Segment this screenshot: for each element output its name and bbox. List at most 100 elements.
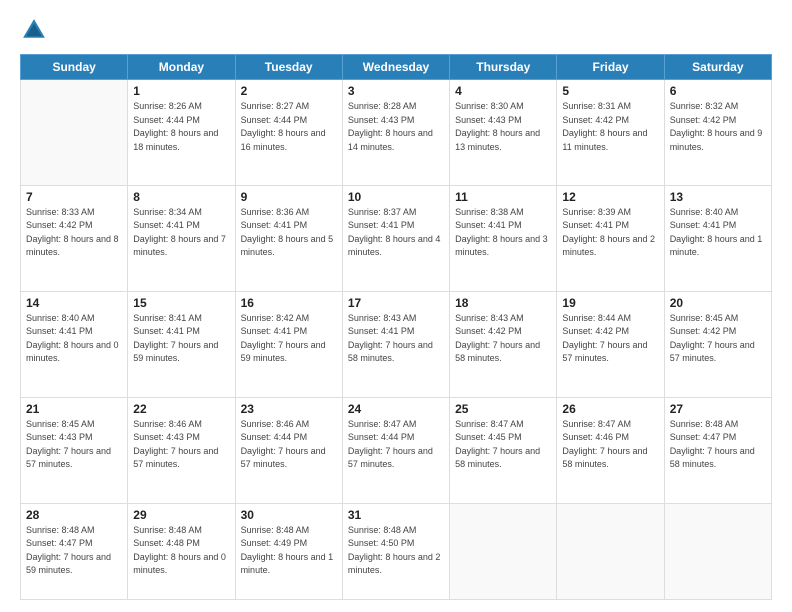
day-number: 29 <box>133 508 229 522</box>
day-info: Sunrise: 8:27 AMSunset: 4:44 PMDaylight:… <box>241 100 337 154</box>
calendar-cell <box>21 80 128 186</box>
day-number: 19 <box>562 296 658 310</box>
calendar-cell: 24 Sunrise: 8:47 AMSunset: 4:44 PMDayligh… <box>342 397 449 503</box>
day-number: 16 <box>241 296 337 310</box>
calendar-cell: 20 Sunrise: 8:45 AMSunset: 4:42 PMDayligh… <box>664 291 771 397</box>
day-info: Sunrise: 8:43 AMSunset: 4:42 PMDaylight:… <box>455 312 551 366</box>
calendar-cell <box>557 503 664 599</box>
day-info: Sunrise: 8:40 AMSunset: 4:41 PMDaylight:… <box>670 206 766 260</box>
day-info: Sunrise: 8:46 AMSunset: 4:44 PMDaylight:… <box>241 418 337 472</box>
calendar-cell: 13 Sunrise: 8:40 AMSunset: 4:41 PMDayligh… <box>664 185 771 291</box>
day-info: Sunrise: 8:48 AMSunset: 4:50 PMDaylight:… <box>348 524 444 578</box>
calendar-cell: 3 Sunrise: 8:28 AMSunset: 4:43 PMDaylight… <box>342 80 449 186</box>
day-number: 27 <box>670 402 766 416</box>
day-info: Sunrise: 8:42 AMSunset: 4:41 PMDaylight:… <box>241 312 337 366</box>
day-number: 14 <box>26 296 122 310</box>
header <box>20 16 772 44</box>
weekday-header-monday: Monday <box>128 55 235 80</box>
calendar-week-row: 21 Sunrise: 8:45 AMSunset: 4:43 PMDayligh… <box>21 397 772 503</box>
day-number: 10 <box>348 190 444 204</box>
day-info: Sunrise: 8:39 AMSunset: 4:41 PMDaylight:… <box>562 206 658 260</box>
day-info: Sunrise: 8:47 AMSunset: 4:44 PMDaylight:… <box>348 418 444 472</box>
day-number: 20 <box>670 296 766 310</box>
day-number: 3 <box>348 84 444 98</box>
day-info: Sunrise: 8:45 AMSunset: 4:42 PMDaylight:… <box>670 312 766 366</box>
calendar-cell: 6Sunrise: 8:32 AMSunset: 4:42 PMDaylight… <box>664 80 771 186</box>
calendar-cell: 29 Sunrise: 8:48 AMSunset: 4:48 PMDayligh… <box>128 503 235 599</box>
calendar-cell: 26 Sunrise: 8:47 AMSunset: 4:46 PMDayligh… <box>557 397 664 503</box>
calendar-cell: 16 Sunrise: 8:42 AMSunset: 4:41 PMDayligh… <box>235 291 342 397</box>
day-number: 18 <box>455 296 551 310</box>
calendar-cell: 4 Sunrise: 8:30 AMSunset: 4:43 PMDaylight… <box>450 80 557 186</box>
weekday-header-tuesday: Tuesday <box>235 55 342 80</box>
calendar-cell: 2 Sunrise: 8:27 AMSunset: 4:44 PMDaylight… <box>235 80 342 186</box>
day-number: 4 <box>455 84 551 98</box>
day-number: 8 <box>133 190 229 204</box>
day-info: Sunrise: 8:38 AMSunset: 4:41 PMDaylight:… <box>455 206 551 260</box>
day-number: 26 <box>562 402 658 416</box>
calendar-week-row: 7Sunrise: 8:33 AMSunset: 4:42 PMDaylight… <box>21 185 772 291</box>
day-info: Sunrise: 8:48 AMSunset: 4:49 PMDaylight:… <box>241 524 337 578</box>
day-info: Sunrise: 8:45 AMSunset: 4:43 PMDaylight:… <box>26 418 122 472</box>
day-number: 17 <box>348 296 444 310</box>
calendar-week-row: 28Sunrise: 8:48 AMSunset: 4:47 PMDayligh… <box>21 503 772 599</box>
calendar-cell: 7Sunrise: 8:33 AMSunset: 4:42 PMDaylight… <box>21 185 128 291</box>
calendar-page: SundayMondayTuesdayWednesdayThursdayFrid… <box>0 0 792 612</box>
calendar-cell: 14 Sunrise: 8:40 AMSunset: 4:41 PMDayligh… <box>21 291 128 397</box>
calendar-table: SundayMondayTuesdayWednesdayThursdayFrid… <box>20 54 772 600</box>
day-number: 2 <box>241 84 337 98</box>
day-number: 13 <box>670 190 766 204</box>
calendar-cell: 1 Sunrise: 8:26 AMSunset: 4:44 PMDaylight… <box>128 80 235 186</box>
day-info: Sunrise: 8:34 AMSunset: 4:41 PMDaylight:… <box>133 206 229 260</box>
day-number: 15 <box>133 296 229 310</box>
day-number: 21 <box>26 402 122 416</box>
calendar-cell: 10Sunrise: 8:37 AMSunset: 4:41 PMDayligh… <box>342 185 449 291</box>
calendar-cell: 21 Sunrise: 8:45 AMSunset: 4:43 PMDayligh… <box>21 397 128 503</box>
day-number: 30 <box>241 508 337 522</box>
calendar-cell: 30 Sunrise: 8:48 AMSunset: 4:49 PMDayligh… <box>235 503 342 599</box>
day-info: Sunrise: 8:26 AMSunset: 4:44 PMDaylight:… <box>133 100 229 154</box>
calendar-cell: 12 Sunrise: 8:39 AMSunset: 4:41 PMDayligh… <box>557 185 664 291</box>
day-info: Sunrise: 8:36 AMSunset: 4:41 PMDaylight:… <box>241 206 337 260</box>
calendar-cell: 22Sunrise: 8:46 AMSunset: 4:43 PMDayligh… <box>128 397 235 503</box>
day-info: Sunrise: 8:47 AMSunset: 4:46 PMDaylight:… <box>562 418 658 472</box>
calendar-cell: 27Sunrise: 8:48 AMSunset: 4:47 PMDayligh… <box>664 397 771 503</box>
day-info: Sunrise: 8:28 AMSunset: 4:43 PMDaylight:… <box>348 100 444 154</box>
calendar-cell: 8 Sunrise: 8:34 AMSunset: 4:41 PMDaylight… <box>128 185 235 291</box>
calendar-cell: 28Sunrise: 8:48 AMSunset: 4:47 PMDayligh… <box>21 503 128 599</box>
day-number: 25 <box>455 402 551 416</box>
day-number: 5 <box>562 84 658 98</box>
day-info: Sunrise: 8:31 AMSunset: 4:42 PMDaylight:… <box>562 100 658 154</box>
calendar-week-row: 14 Sunrise: 8:40 AMSunset: 4:41 PMDayligh… <box>21 291 772 397</box>
logo <box>20 16 52 44</box>
day-info: Sunrise: 8:32 AMSunset: 4:42 PMDaylight:… <box>670 100 766 154</box>
day-info: Sunrise: 8:48 AMSunset: 4:47 PMDaylight:… <box>26 524 122 578</box>
day-number: 23 <box>241 402 337 416</box>
calendar-cell <box>450 503 557 599</box>
weekday-header-row: SundayMondayTuesdayWednesdayThursdayFrid… <box>21 55 772 80</box>
weekday-header-sunday: Sunday <box>21 55 128 80</box>
day-info: Sunrise: 8:43 AMSunset: 4:41 PMDaylight:… <box>348 312 444 366</box>
calendar-cell: 17 Sunrise: 8:43 AMSunset: 4:41 PMDayligh… <box>342 291 449 397</box>
weekday-header-wednesday: Wednesday <box>342 55 449 80</box>
calendar-cell: 15 Sunrise: 8:41 AMSunset: 4:41 PMDayligh… <box>128 291 235 397</box>
weekday-header-thursday: Thursday <box>450 55 557 80</box>
day-number: 24 <box>348 402 444 416</box>
day-info: Sunrise: 8:48 AMSunset: 4:48 PMDaylight:… <box>133 524 229 578</box>
calendar-week-row: 1 Sunrise: 8:26 AMSunset: 4:44 PMDaylight… <box>21 80 772 186</box>
calendar-cell: 9 Sunrise: 8:36 AMSunset: 4:41 PMDaylight… <box>235 185 342 291</box>
day-info: Sunrise: 8:41 AMSunset: 4:41 PMDaylight:… <box>133 312 229 366</box>
day-number: 31 <box>348 508 444 522</box>
day-info: Sunrise: 8:30 AMSunset: 4:43 PMDaylight:… <box>455 100 551 154</box>
day-info: Sunrise: 8:33 AMSunset: 4:42 PMDaylight:… <box>26 206 122 260</box>
day-number: 22 <box>133 402 229 416</box>
calendar-cell: 5 Sunrise: 8:31 AMSunset: 4:42 PMDaylight… <box>557 80 664 186</box>
day-number: 12 <box>562 190 658 204</box>
day-info: Sunrise: 8:40 AMSunset: 4:41 PMDaylight:… <box>26 312 122 366</box>
day-number: 9 <box>241 190 337 204</box>
calendar-cell: 25Sunrise: 8:47 AMSunset: 4:45 PMDayligh… <box>450 397 557 503</box>
weekday-header-saturday: Saturday <box>664 55 771 80</box>
day-number: 11 <box>455 190 551 204</box>
day-number: 1 <box>133 84 229 98</box>
calendar-cell <box>664 503 771 599</box>
